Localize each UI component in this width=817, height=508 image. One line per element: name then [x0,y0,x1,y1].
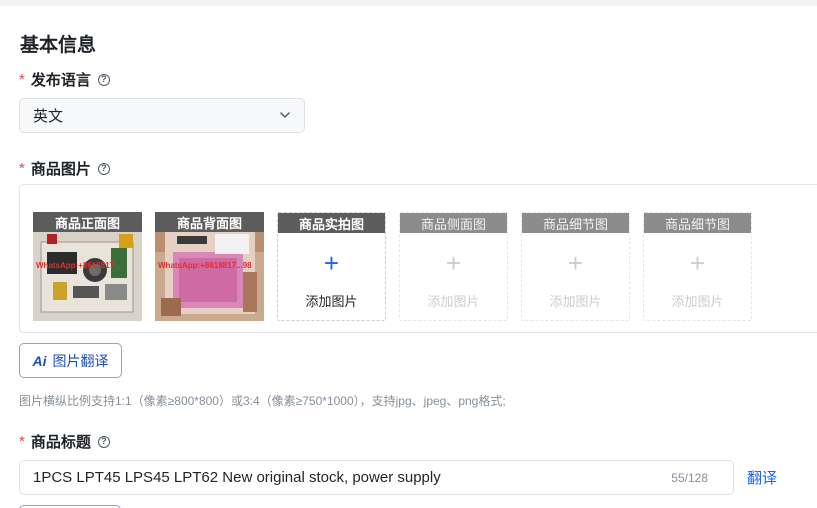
help-icon[interactable]: ? [97,435,110,448]
slot-tag: 商品细节图 [522,213,629,233]
image-format-hint: 图片横纵比例支持1:1（像素≥800*800）或3:4（像素≥750*1000）… [19,394,506,408]
required-mark: * [19,71,25,88]
help-icon[interactable]: ? [97,162,110,175]
help-icon[interactable]: ? [97,73,110,86]
slot-tag: 商品细节图 [644,213,751,233]
image-translate-button[interactable]: Ai 图片翻译 [19,343,122,378]
image-upload-area: 商品正面图 WhatsApp:+8618817... 商品背面图 WhatsAp… [19,184,817,333]
add-image-label: 添加图片 [549,294,602,309]
watermark-text: WhatsApp:+8618817... [36,261,121,270]
plus-icon: + [445,248,462,278]
language-label-text: 发布语言 [30,72,91,89]
slot-tag: 商品侧面图 [400,213,507,233]
image-slot-real-shot[interactable]: 商品实拍图 + 添加图片 [277,212,386,321]
add-image-label: 添加图片 [427,294,480,309]
add-image-label: 添加图片 [671,294,724,309]
section-title: 基本信息 [20,35,97,56]
language-select-value: 英文 [33,108,64,125]
plus-icon: + [567,248,584,278]
image-slot-detail-1[interactable]: 商品细节图 + 添加图片 [521,212,630,321]
slot-tag: 商品背面图 [155,212,264,232]
product-title-input[interactable]: 1PCS LPT45 LPS45 LPT62 New original stoc… [19,460,734,495]
add-image-label: 添加图片 [305,294,358,309]
plus-icon: + [689,248,706,278]
translate-link[interactable]: 翻译 [747,467,777,488]
image-slot-detail-2[interactable]: 商品细节图 + 添加图片 [643,212,752,321]
basic-info-card: 基本信息 * 发布语言 ? 英文 * 商品图片 ? 商品正面图 WhatsApp… [0,6,817,508]
required-mark: * [19,433,25,450]
product-title-label: * 商品标题 ? [19,431,110,452]
language-select[interactable]: 英文 [19,98,305,133]
slot-tag: 商品实拍图 [278,213,385,233]
product-title-label-text: 商品标题 [30,434,91,451]
image-slot-side[interactable]: 商品侧面图 + 添加图片 [399,212,508,321]
plus-icon: + [323,248,340,278]
images-label: * 商品图片 ? [19,158,110,179]
required-mark: * [19,160,25,177]
watermark-text: WhatsApp:+8618817...98 [158,261,252,270]
language-label: * 发布语言 ? [19,69,110,90]
slot-tag: 商品正面图 [33,212,142,232]
char-count: 55/128 [671,471,708,485]
product-title-value: 1PCS LPT45 LPS45 LPT62 New original stoc… [33,469,441,486]
image-slot-front[interactable]: 商品正面图 WhatsApp:+8618817... [33,212,142,321]
ai-icon: Ai [32,352,47,369]
image-slot-back[interactable]: 商品背面图 WhatsApp:+8618817...98 [155,212,264,321]
image-translate-label: 图片翻译 [52,352,109,369]
images-label-text: 商品图片 [30,161,91,178]
chevron-down-icon [278,108,292,126]
